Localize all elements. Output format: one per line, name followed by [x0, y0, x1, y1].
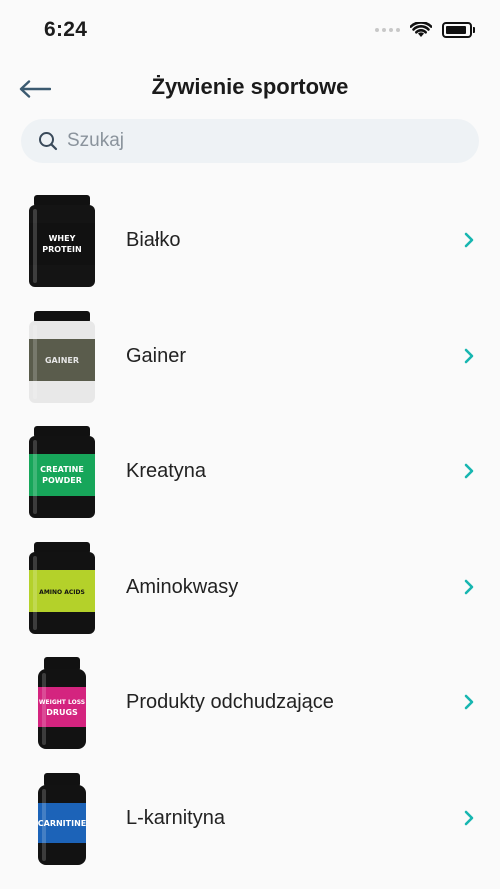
- chevron-right-icon: [462, 462, 476, 480]
- wifi-icon: [410, 22, 432, 37]
- whey-protein-jar-icon: WHEY PROTEIN: [24, 193, 100, 289]
- category-item[interactable]: CREATINE POWDER Kreatyna: [0, 414, 500, 530]
- category-item[interactable]: WHEY PROTEIN Białko: [0, 183, 500, 299]
- page-title: Żywienie sportowe: [151, 74, 349, 99]
- search-icon: [37, 130, 59, 152]
- product-label-text: CREATINE: [40, 465, 84, 474]
- category-label: Białko: [126, 229, 181, 251]
- product-label-text: WEIGHT LOSS: [39, 699, 85, 706]
- product-label-text: AMINO ACIDS: [39, 589, 85, 596]
- status-time: 6:24: [44, 18, 88, 41]
- status-bar: 6:24: [0, 0, 500, 62]
- product-label-text: CARNITINE: [38, 819, 87, 828]
- product-label-text: GAINER: [45, 356, 79, 365]
- product-label-text: DRUGS: [46, 708, 78, 717]
- cellular-signal-icon: [375, 28, 400, 32]
- amino-acids-jar-icon: AMINO ACIDS: [24, 540, 100, 636]
- product-label-text: PROTEIN: [42, 245, 81, 254]
- category-item[interactable]: AMINO ACIDS Aminokwasy: [0, 530, 500, 646]
- gainer-jar-icon: GAINER: [24, 309, 100, 405]
- search-input[interactable]: [65, 129, 449, 153]
- chevron-right-icon: [462, 231, 476, 249]
- status-icons: [375, 22, 475, 38]
- carnitine-bottle-icon: CARNITINE: [24, 771, 100, 867]
- category-list: WHEY PROTEIN Białko GAINER Gainer CREATINE POW…: [0, 183, 500, 876]
- category-label: Produkty odchudzające: [126, 691, 334, 713]
- product-label-text: POWDER: [42, 476, 82, 485]
- chevron-right-icon: [462, 809, 476, 827]
- category-label: Gainer: [126, 344, 187, 367]
- category-label: L-karnityna: [126, 806, 225, 829]
- weight-loss-bottle-icon: WEIGHT LOSS DRUGS: [24, 655, 100, 751]
- category-item[interactable]: WEIGHT LOSS DRUGS Produkty odchudzające: [0, 645, 500, 761]
- product-label-text: WHEY: [49, 234, 76, 243]
- nav-bar: Żywienie sportowe: [0, 66, 500, 112]
- battery-icon: [442, 22, 475, 38]
- chevron-right-icon: [462, 347, 476, 365]
- category-label: Aminokwasy: [126, 575, 239, 598]
- category-item[interactable]: GAINER Gainer: [0, 299, 500, 415]
- category-label: Kreatyna: [126, 460, 207, 482]
- chevron-right-icon: [462, 578, 476, 596]
- chevron-right-icon: [462, 693, 476, 711]
- search-bar[interactable]: [21, 119, 479, 163]
- creatine-jar-icon: CREATINE POWDER: [24, 424, 100, 520]
- category-item[interactable]: CARNITINE L-karnityna: [0, 761, 500, 877]
